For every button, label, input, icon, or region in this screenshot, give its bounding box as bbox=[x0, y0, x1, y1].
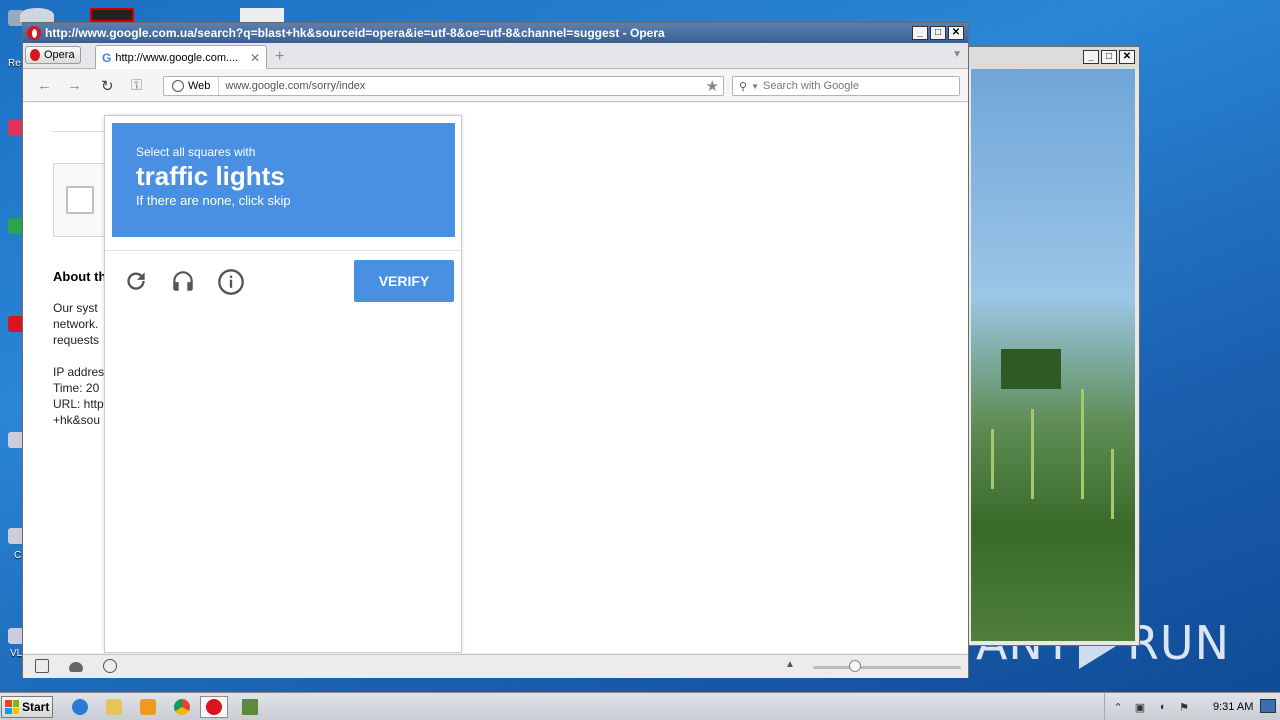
body-text-line: IP addres bbox=[53, 365, 105, 379]
clock[interactable]: 9:31 AM bbox=[1213, 701, 1253, 713]
opera-logo-icon bbox=[27, 26, 41, 40]
search-engine-dropdown-icon[interactable]: ▼ bbox=[751, 82, 759, 91]
bookmark-star-icon[interactable]: ★ bbox=[706, 77, 723, 95]
key-icon[interactable]: ⚿ bbox=[131, 77, 142, 94]
body-text-line: URL: http bbox=[53, 397, 104, 411]
challenge-target: traffic lights bbox=[136, 161, 285, 191]
back-arrow-icon[interactable]: ← bbox=[37, 77, 52, 94]
maximize-button[interactable]: □ bbox=[1101, 50, 1117, 64]
desktop-icon-label: Re bbox=[8, 58, 21, 69]
window-title: http://www.google.com.ua/search?q=blast+… bbox=[45, 26, 665, 40]
maximize-button[interactable]: □ bbox=[930, 26, 946, 40]
tab-menu-chevron-icon[interactable]: ▼ bbox=[952, 49, 962, 60]
zoom-expand-icon[interactable]: ▲ bbox=[785, 659, 795, 670]
internet-explorer-taskbar-icon[interactable] bbox=[66, 696, 94, 718]
background-window-title-bar[interactable]: _ □ ✕ bbox=[967, 47, 1139, 69]
minimize-button[interactable]: _ bbox=[1083, 50, 1099, 64]
address-mode-chip[interactable]: Web bbox=[164, 77, 220, 95]
opera-browser-window[interactable]: http://www.google.com.ua/search?q=blast+… bbox=[22, 22, 969, 678]
tab-bar: Opera G http://www.google.com.... ✕ + ▼ bbox=[23, 43, 968, 69]
body-text-line: network. bbox=[53, 317, 99, 331]
taskbar: Start ⌃ ▣ ◖ ⚑ 9:31 AM bbox=[0, 692, 1280, 720]
navigation-bar: ← → ↻ ⚿ Web www.google.com/sorry/index ★… bbox=[23, 70, 968, 102]
network-icon[interactable]: ▣ bbox=[1133, 700, 1147, 714]
desktop-icon-label: VL bbox=[10, 648, 23, 659]
close-button[interactable]: ✕ bbox=[1119, 50, 1135, 64]
challenge-instruction: Select all squares with bbox=[136, 145, 256, 159]
challenge-subtext: If there are none, click skip bbox=[136, 193, 291, 208]
address-bar[interactable]: Web www.google.com/sorry/index ★ bbox=[163, 76, 724, 96]
tab-google[interactable]: G http://www.google.com.... ✕ bbox=[95, 45, 267, 69]
opera-logo-icon bbox=[30, 49, 40, 61]
challenge-header: Select all squares with traffic lights I… bbox=[112, 123, 455, 237]
zoom-slider-handle[interactable] bbox=[849, 660, 861, 672]
cloud-icon[interactable] bbox=[69, 662, 83, 672]
file-explorer-taskbar-icon[interactable] bbox=[100, 696, 128, 718]
start-button[interactable]: Start bbox=[1, 696, 53, 718]
audio-challenge-icon[interactable] bbox=[170, 268, 196, 294]
speed-dial-icon[interactable] bbox=[103, 659, 117, 673]
body-text-line: +hk&sou bbox=[53, 413, 101, 427]
forward-arrow-icon[interactable]: → bbox=[67, 77, 82, 94]
search-input[interactable]: ⚲ ▼ Search with Google bbox=[732, 76, 960, 96]
panel-toggle-icon[interactable] bbox=[35, 659, 49, 673]
desktop-app-icon[interactable] bbox=[90, 8, 134, 22]
document-icon[interactable] bbox=[240, 8, 284, 22]
reload-challenge-icon[interactable] bbox=[123, 268, 149, 294]
search-icon: ⚲ bbox=[739, 80, 748, 93]
minimize-button[interactable]: _ bbox=[912, 26, 928, 40]
page-content: About th Our syst network. requests IP a… bbox=[23, 103, 968, 653]
opera-taskbar-icon[interactable] bbox=[200, 696, 228, 718]
tab-label: http://www.google.com.... bbox=[115, 51, 239, 64]
verify-button[interactable]: VERIFY bbox=[354, 260, 454, 302]
close-button[interactable]: ✕ bbox=[948, 26, 964, 40]
media-player-taskbar-icon[interactable] bbox=[134, 696, 162, 718]
body-text-line: Time: 20 bbox=[53, 381, 100, 395]
minecraft-taskbar-icon[interactable] bbox=[236, 696, 264, 718]
title-bar[interactable]: http://www.google.com.ua/search?q=blast+… bbox=[23, 23, 968, 43]
globe-icon bbox=[172, 80, 184, 92]
show-hidden-icons-icon[interactable]: ⌃ bbox=[1111, 700, 1125, 714]
desktop-icon-label: C bbox=[14, 550, 22, 561]
action-center-flag-icon[interactable]: ⚑ bbox=[1177, 700, 1191, 714]
opera-menu-button[interactable]: Opera bbox=[25, 46, 81, 64]
game-scene-image bbox=[971, 69, 1135, 641]
body-text-line: requests bbox=[53, 333, 100, 347]
volume-icon[interactable]: ◖ bbox=[1155, 700, 1169, 714]
recaptcha-challenge-popup: Select all squares with traffic lights I… bbox=[104, 115, 462, 653]
info-icon[interactable] bbox=[217, 268, 245, 296]
recaptcha-checkbox[interactable] bbox=[66, 186, 94, 214]
recycle-bin-icon[interactable] bbox=[20, 8, 54, 22]
reload-icon[interactable]: ↻ bbox=[101, 77, 114, 95]
show-desktop-button[interactable] bbox=[1260, 699, 1276, 713]
windows-logo-icon bbox=[5, 700, 19, 714]
about-heading: About th bbox=[53, 269, 107, 284]
chrome-taskbar-icon[interactable] bbox=[168, 696, 196, 718]
background-window[interactable]: _ □ ✕ bbox=[966, 46, 1140, 646]
status-bar: ▲ bbox=[23, 654, 968, 678]
google-favicon-icon: G bbox=[102, 50, 112, 65]
close-tab-icon[interactable]: ✕ bbox=[250, 51, 260, 65]
system-tray: ⌃ ▣ ◖ ⚑ 9:31 AM bbox=[1104, 693, 1280, 720]
body-text-line: Our syst bbox=[53, 301, 98, 315]
new-tab-icon[interactable]: + bbox=[275, 48, 284, 66]
divider bbox=[105, 250, 461, 251]
url-field[interactable]: www.google.com/sorry/index bbox=[219, 80, 705, 92]
zoom-slider[interactable] bbox=[813, 666, 961, 669]
